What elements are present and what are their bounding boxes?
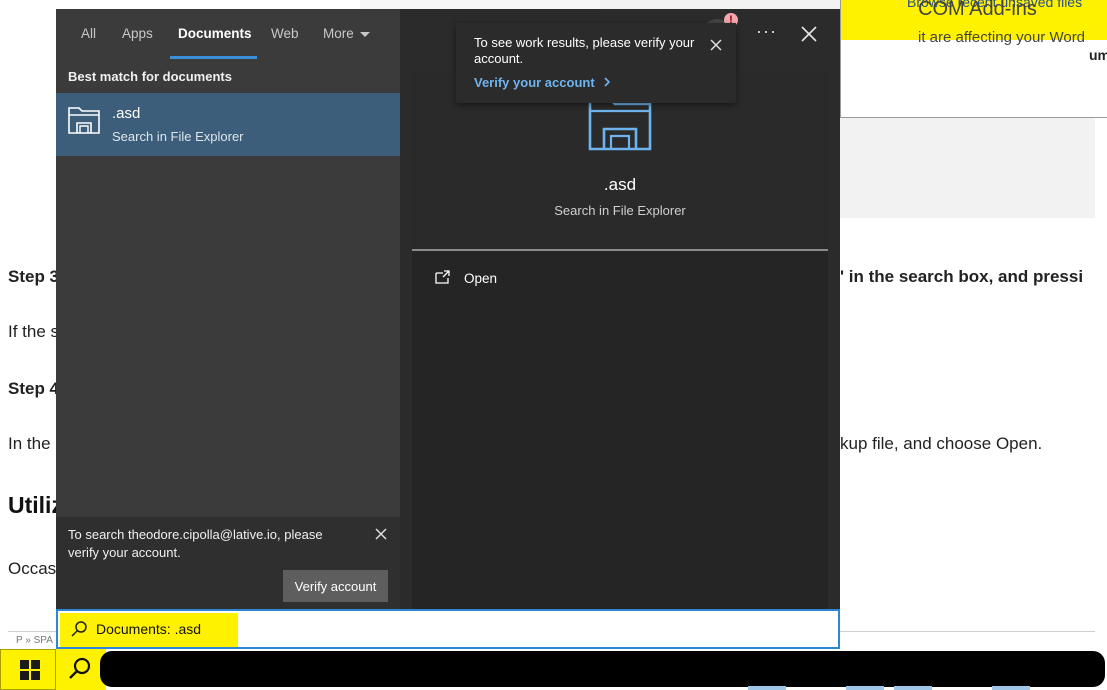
verify-account-notice: To search theodore.cipolla@lative.io, pl… xyxy=(56,517,400,609)
caret-down-icon xyxy=(359,31,370,37)
search-icon xyxy=(71,621,87,637)
article-occas-line: Occas xyxy=(8,559,57,578)
start-button[interactable] xyxy=(0,649,56,690)
tab-documents[interactable]: Documents xyxy=(178,26,252,41)
tab-more-label: More xyxy=(323,26,354,41)
verify-your-account-link[interactable]: Verify your account xyxy=(474,75,612,90)
tab-more[interactable]: More xyxy=(323,26,370,41)
taskbar-active-indicator xyxy=(846,686,884,690)
taskbar-active-indicator xyxy=(748,686,786,690)
more-icon[interactable]: ··· xyxy=(756,21,777,42)
close-icon[interactable] xyxy=(708,37,724,53)
preview-subtitle: Search in File Explorer xyxy=(554,203,686,218)
windows-start-icon xyxy=(20,660,40,680)
scope-tabs: All Apps Documents Web More xyxy=(56,9,400,61)
article-step3: Step 3 xyxy=(8,267,60,286)
folder-icon xyxy=(588,97,652,151)
word-dialog-label: uments xyxy=(1089,47,1107,63)
search-icon xyxy=(69,657,91,679)
article-step4: Step 4 xyxy=(8,379,60,398)
result-subtitle: Search in File Explorer xyxy=(112,129,244,144)
result-title: .asd xyxy=(112,105,141,122)
taskbar-search-button[interactable] xyxy=(56,649,106,690)
active-tab-indicator xyxy=(170,56,257,59)
open-label: Open xyxy=(464,271,498,286)
redacted-taskbar-region xyxy=(100,651,1105,687)
article-in-line: In the xyxy=(8,434,51,453)
best-match-heading: Best match for documents xyxy=(68,69,232,84)
search-input[interactable]: Documents: .asd xyxy=(56,609,840,649)
article-in-line-continued: kup file, and choose Open. xyxy=(840,434,1043,453)
search-query-text: Documents: .asd xyxy=(96,621,202,637)
com-addins-title: COM Add-ins xyxy=(918,0,1037,20)
com-addins-subtitle: it are affecting your Word xyxy=(918,29,1086,46)
results-pane: All Apps Documents Web More Best match f… xyxy=(56,9,400,609)
verify-account-message: To search theodore.cipolla@lative.io, pl… xyxy=(68,527,323,560)
article-heading: Utiliz xyxy=(8,492,63,518)
tab-apps[interactable]: Apps xyxy=(122,26,153,41)
result-item[interactable]: .asd Search in File Explorer xyxy=(56,93,400,156)
tooltip-message: To see work results, please verify your … xyxy=(474,35,695,66)
chevron-right-icon xyxy=(604,77,611,87)
tab-web[interactable]: Web xyxy=(271,26,299,41)
taskbar-active-indicator xyxy=(992,686,1030,690)
preview-divider xyxy=(412,249,828,251)
verify-account-tooltip: To see work results, please verify your … xyxy=(456,23,736,103)
taskbar-active-indicator xyxy=(894,686,932,690)
article-if-line: If the s xyxy=(8,322,60,341)
close-panel-icon[interactable] xyxy=(799,24,819,44)
tab-all[interactable]: All xyxy=(81,26,96,41)
preview-title: .asd xyxy=(603,175,637,194)
verify-account-button[interactable]: Verify account xyxy=(283,570,388,602)
breadcrumb: P » SPA xyxy=(16,635,53,646)
preview-pane: .asd Search in File Explorer Open xyxy=(412,71,828,609)
taskbar xyxy=(0,649,1107,690)
verify-link-label: Verify your account xyxy=(474,75,595,90)
article-step3-continued: ' in the search box, and pressi xyxy=(840,267,1084,286)
folder-icon xyxy=(68,107,100,134)
search-panel: All Apps Documents Web More Best match f… xyxy=(56,9,840,609)
close-icon[interactable] xyxy=(372,525,390,543)
open-external-icon xyxy=(435,270,450,284)
